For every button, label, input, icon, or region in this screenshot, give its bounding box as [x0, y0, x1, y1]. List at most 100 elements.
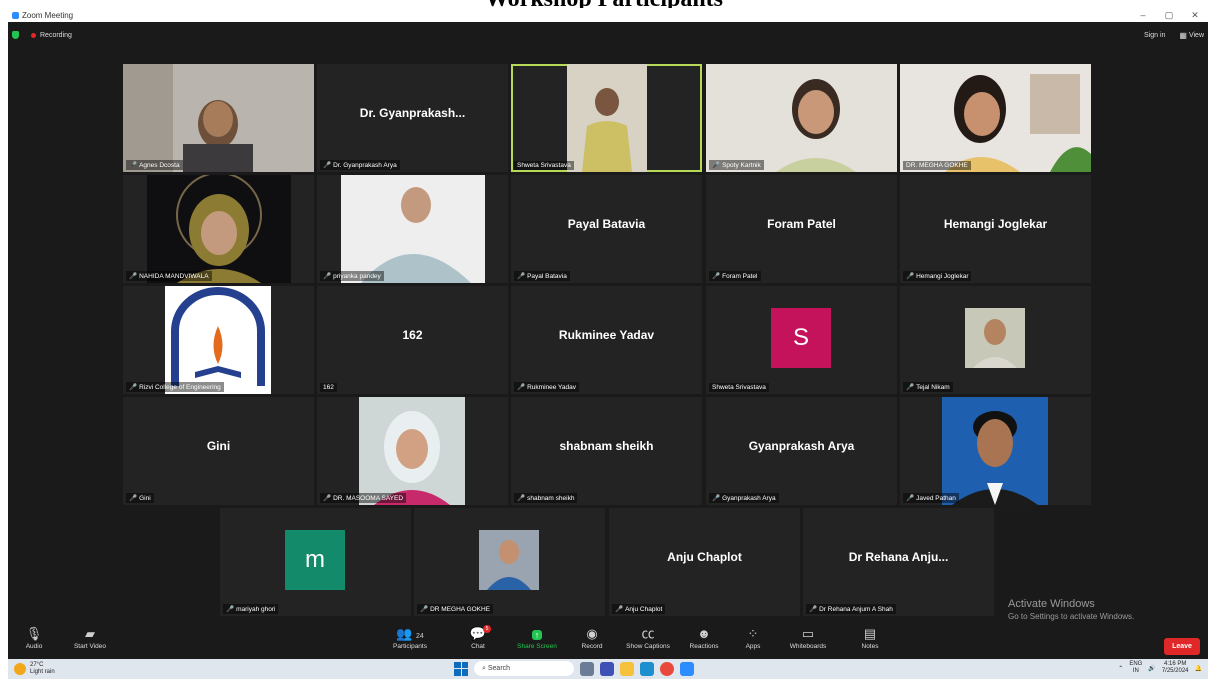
chat-button[interactable]: 💬 Chat 5 [450, 625, 506, 650]
participant-profile-photo [479, 530, 539, 590]
apps-button[interactable]: ⁘ Apps [725, 625, 781, 650]
tray-overflow-icon[interactable]: ⌃ [1118, 665, 1123, 672]
participant-tile[interactable]: 🎤 NAHIDA MANDVIWALA [123, 175, 314, 283]
edge-browser-icon[interactable] [640, 661, 654, 676]
system-tray: ⌃ ENG IN 🔊 4:16 PM 7/25/2024 🔔 [1118, 661, 1202, 675]
participant-name-label: 🎤 Spoty Kartnik [709, 160, 764, 170]
participant-tile[interactable]: Hemangi Joglekar 🎤 Hemangi Joglekar [900, 175, 1091, 283]
participant-name-label: 🎤 Payal Batavia [514, 271, 570, 281]
participant-tile[interactable]: 🎤 DR. MASOOMA SAYED [317, 397, 508, 505]
notes-button[interactable]: ▤ Notes [842, 625, 898, 650]
participant-tile[interactable]: Dr. Gyanprakash... 🎤 Dr. Gyanprakash Arya [317, 64, 508, 172]
clock-time: 4:16 PM [1163, 661, 1187, 667]
participant-tile[interactable]: Gini 🎤 Gini [123, 397, 314, 505]
participant-tile[interactable]: 162 162 [317, 286, 508, 394]
language-indicator[interactable]: ENG IN [1129, 661, 1142, 675]
audio-button[interactable]: 🎙 Audio [8, 625, 62, 650]
notification-bell-icon[interactable]: 🔔 [1195, 665, 1202, 672]
participant-video-photo [567, 64, 647, 172]
participant-display-name: shabnam sheikh [559, 439, 654, 453]
show-captions-label: Show Captions [626, 643, 670, 650]
file-explorer-icon[interactable] [620, 661, 634, 676]
title-bar: Zoom Meeting – ▢ ✕ [8, 8, 1208, 22]
participant-tile[interactable]: 🎤 DR MEGHA GOKHE [414, 508, 605, 616]
participant-tile[interactable]: 🎤 Javed Pathan [900, 397, 1091, 505]
participant-tile[interactable]: m 🎤 mariyah ghori [220, 508, 411, 616]
video-gallery: 🎤 Agnes Dcosta Dr. Gyanprakash... 🎤 Dr. Gy… [8, 48, 1208, 622]
participant-tile[interactable]: S Shweta Srivastava [706, 286, 897, 394]
participant-tile[interactable]: 🎤 Spoty Kartnik [706, 64, 897, 172]
participant-display-name: Foram Patel [767, 217, 836, 231]
participant-video-photo [341, 175, 485, 283]
participant-tile-active-speaker[interactable]: Shweta Srivastava [511, 64, 702, 172]
leave-button[interactable]: Leave [1164, 638, 1200, 655]
weather-widget[interactable]: 27°C Light rain [8, 662, 208, 676]
participant-name-label: DR. MEGHA GOKHE [903, 161, 971, 170]
participant-tile[interactable]: 🎤 Rizvi College of Engineering [123, 286, 314, 394]
participant-display-name: Anju Chaplot [667, 550, 742, 564]
system-clock[interactable]: 4:16 PM 7/25/2024 [1162, 661, 1189, 675]
participant-tile[interactable]: 🎤 priyanka pandey [317, 175, 508, 283]
participant-name-label: 🎤 mariyah ghori [223, 604, 279, 614]
reactions-button[interactable]: ☻ Reactions [676, 625, 732, 650]
participant-tile[interactable]: shabnam sheikh 🎤 shabnam sheikh [511, 397, 702, 505]
zoom-window: Zoom Meeting – ▢ ✕ Recording Sign in ▦ V… [8, 8, 1208, 659]
participant-tile[interactable]: Foram Patel 🎤 Foram Patel [706, 175, 897, 283]
participant-tile[interactable]: 🎤 Agnes Dcosta [123, 64, 314, 172]
language-label: ENG [1129, 661, 1143, 667]
search-placeholder: Search [487, 665, 511, 672]
minimize-button[interactable]: – [1130, 10, 1156, 20]
participant-tile[interactable]: Gyanprakash Arya 🎤 Gyanprakash Arya [706, 397, 897, 505]
record-label: Record [581, 643, 603, 650]
view-button[interactable]: View [1189, 32, 1204, 39]
participant-display-name: Rukminee Yadav [558, 328, 655, 342]
participant-tile[interactable]: Rukminee Yadav 🎤 Rukminee Yadav [511, 286, 702, 394]
participant-name-label: 🎤 Rukminee Yadav [514, 382, 579, 392]
participant-name-label: Shweta Srivastava [514, 161, 574, 170]
participant-name-label: 🎤 Rizvi College of Engineering [126, 382, 224, 392]
maximize-button[interactable]: ▢ [1156, 10, 1182, 21]
sign-in-link[interactable]: Sign in [1144, 32, 1165, 39]
apps-icon: ⁘ [747, 626, 759, 641]
participant-avatar: m [285, 530, 345, 590]
taskbar-search-box[interactable]: ⌕ Search [474, 661, 574, 676]
participants-button[interactable]: 👥 24 Participants [382, 625, 438, 650]
start-video-button[interactable]: ▰ Start Video [62, 625, 118, 650]
participant-tile[interactable]: Payal Batavia 🎤 Payal Batavia [511, 175, 702, 283]
whiteboards-button[interactable]: ▭ Whiteboards [780, 625, 836, 650]
participant-avatar: S [771, 308, 831, 368]
audio-label: Audio [25, 643, 43, 650]
participant-name-label: 🎤 Anju Chaplot [612, 604, 666, 614]
network-volume-icon[interactable]: 🔊 [1148, 665, 1155, 672]
security-shield-icon[interactable] [12, 31, 19, 39]
participant-tile[interactable]: DR. MEGHA GOKHE [900, 64, 1091, 172]
weather-temperature: 27°C [30, 662, 44, 668]
college-logo-image [165, 286, 271, 394]
participants-label: Participants [393, 643, 427, 650]
participant-video-photo [900, 64, 1091, 172]
participant-video-photo [147, 175, 291, 283]
participant-tile[interactable]: Dr Rehana Anju... 🎤 Dr Rehana Anjum A Sha… [803, 508, 994, 616]
grid-view-icon[interactable]: ▦ [1179, 31, 1187, 40]
chrome-browser-icon[interactable] [660, 661, 674, 676]
share-screen-button[interactable]: ↑ Share Screen [509, 625, 565, 650]
teams-icon[interactable] [600, 661, 614, 676]
watermark-subtitle: Go to Settings to activate Windows. [1008, 612, 1135, 621]
zoom-taskbar-icon[interactable] [680, 661, 694, 676]
close-button[interactable]: ✕ [1182, 10, 1208, 21]
participant-name-label: 🎤 Gini [126, 493, 154, 503]
record-button[interactable]: ◉ Record [564, 625, 620, 650]
zoom-app-icon [12, 11, 19, 19]
participant-name-label: 🎤 Dr Rehana Anjum A Shah [806, 604, 896, 614]
share-screen-icon: ↑ [509, 625, 565, 643]
captions-icon: ㏄ [641, 626, 655, 641]
participant-tile[interactable]: Anju Chaplot 🎤 Anju Chaplot [609, 508, 800, 616]
participants-count: 24 [416, 633, 424, 640]
participant-display-name: Dr Rehana Anju... [848, 550, 949, 564]
participant-name-label: 🎤 priyanka pandey [320, 271, 384, 281]
participant-name-label: 🎤 Foram Patel [709, 271, 761, 281]
task-view-icon[interactable] [580, 661, 594, 676]
windows-start-icon[interactable] [454, 661, 468, 676]
show-captions-button[interactable]: ㏄ Show Captions [620, 625, 676, 650]
participant-tile[interactable]: 🎤 Tejal Nikam [900, 286, 1091, 394]
